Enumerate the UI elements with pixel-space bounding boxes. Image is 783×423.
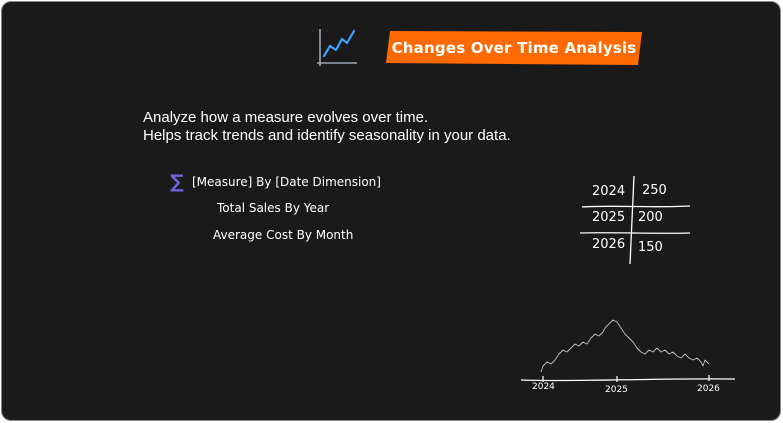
sigma-icon: ∑	[170, 171, 184, 193]
page-title: Changes Over Time Analysis	[391, 39, 637, 57]
formula-example-2: Average Cost By Month	[213, 228, 354, 242]
line-chart-icon	[317, 29, 357, 66]
table-year-2024: 2024	[592, 184, 626, 199]
formula-pattern: [Measure] By [Date Dimension]	[192, 175, 381, 189]
sparkline-label-2025: 2025	[605, 385, 628, 395]
title-banner: Changes Over Time Analysis	[386, 31, 642, 65]
sparkline-label-2024: 2024	[532, 382, 555, 392]
table-value-150: 150	[638, 240, 663, 255]
formula-example-1: Total Sales By Year	[217, 201, 330, 215]
table-year-2026: 2026	[592, 237, 626, 252]
canvas-frame: Changes Over Time Analysis Analyze how a…	[1, 1, 781, 421]
sparkline-label-2026: 2026	[697, 384, 720, 394]
table-year-2025: 2025	[592, 210, 626, 225]
table-value-200: 200	[638, 210, 663, 225]
description-line-2: Helps track trends and identify seasonal…	[143, 127, 511, 144]
description-line-1: Analyze how a measure evolves over time.	[143, 109, 429, 126]
table-grid	[579, 175, 691, 265]
table-value-250: 250	[642, 183, 667, 198]
